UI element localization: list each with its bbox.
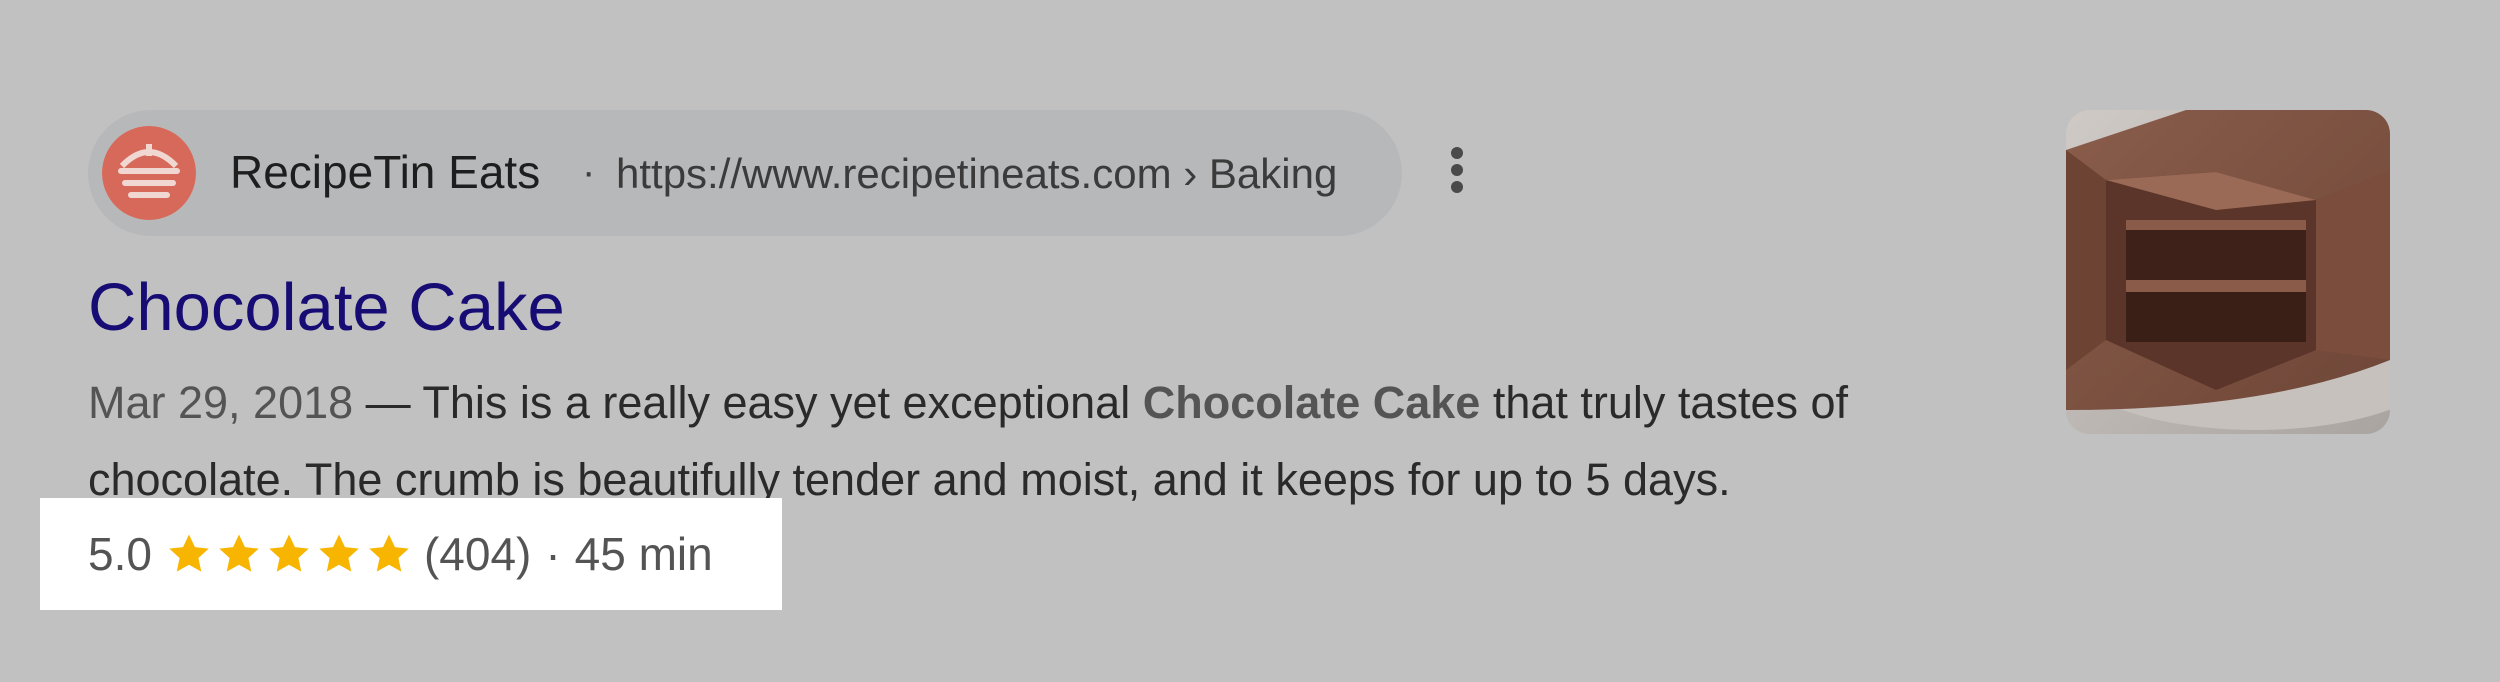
search-result: RecipeTin Eats · https://www.recipetinea… [0, 0, 2500, 682]
more-vertical-icon [1451, 147, 1463, 193]
star-icon [319, 534, 359, 572]
star-icon [269, 534, 309, 572]
star-icon [169, 534, 209, 572]
cook-time: 45 min [574, 528, 713, 580]
more-options-button[interactable] [1432, 140, 1482, 200]
snippet-dash: — [353, 377, 423, 428]
star-icon [369, 534, 409, 572]
site-url-breadcrumb[interactable]: https://www.recipetineats.com › Baking [616, 144, 1337, 204]
star-icon [219, 534, 259, 572]
review-count: (404) [423, 528, 532, 580]
result-snippet: Mar 29, 2018 — This is a really easy yet… [88, 364, 2018, 518]
site-info-pill[interactable]: RecipeTin Eats · https://www.recipetinea… [88, 110, 1402, 236]
snippet-date: Mar 29, 2018 [88, 377, 354, 428]
rating-score: 5.0 [88, 528, 152, 580]
result-title-link[interactable]: Chocolate Cake [88, 268, 565, 348]
snippet-text-before: This is a really easy yet exceptional [422, 377, 1143, 428]
site-name[interactable]: RecipeTin Eats [230, 142, 540, 202]
snippet-bold-keyword: Chocolate Cake [1142, 377, 1481, 428]
rating-highlight-box: 5.0 (404) · 45 min [40, 498, 782, 610]
site-separator: · [582, 150, 596, 194]
chocolate-cake-thumbnail[interactable] [2066, 110, 2390, 434]
rating-separator: · [545, 528, 561, 580]
rating-stars [166, 531, 412, 577]
recipetin-eats-logo-icon [102, 126, 196, 220]
rating-row: 5.0 (404) · 45 min [88, 522, 713, 586]
